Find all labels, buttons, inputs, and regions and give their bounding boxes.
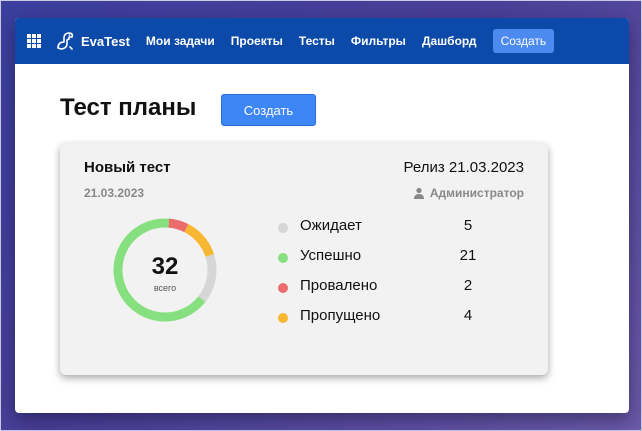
donut-total: 32 — [151, 253, 179, 280]
legend-row-failed: Провалено 2 — [278, 275, 488, 305]
assignee-name: Администратор — [429, 186, 524, 200]
failed-dot — [278, 283, 288, 293]
legend-label: Пропущено — [300, 307, 381, 324]
test-plan-date: 21.03.2023 — [84, 186, 145, 200]
nav-my-tasks[interactable]: Мои задачи — [146, 34, 215, 48]
apps-grid-icon[interactable] — [27, 34, 41, 48]
donut-total-label: всего — [153, 283, 177, 293]
legend-row-pending: Ожидает 5 — [278, 215, 488, 245]
pending-dot — [278, 223, 288, 233]
legend-value: 21 — [459, 247, 477, 264]
nav-projects[interactable]: Проекты — [231, 34, 283, 48]
legend-value: 5 — [463, 217, 473, 234]
test-plan-card[interactable]: Новый тест 21.03.2023 Релиз 21.03.2023 А… — [60, 143, 548, 375]
status-legend: Ожидает 5 Успешно 21 Провалено 2 Пропуще… — [278, 215, 488, 335]
page-title: Тест планы — [60, 94, 197, 121]
legend-row-passed: Успешно 21 — [278, 245, 488, 275]
nav-create-button[interactable]: Создать — [492, 29, 555, 53]
legend-label: Успешно — [300, 247, 362, 264]
legend-value: 4 — [463, 307, 473, 324]
legend-label: Провалено — [300, 277, 378, 294]
skipped-dot — [278, 313, 288, 323]
legend-label: Ожидает — [300, 217, 362, 234]
legend-row-skipped: Пропущено 4 — [278, 305, 488, 335]
test-plan-name[interactable]: Новый тест — [84, 159, 171, 176]
user-icon — [413, 187, 424, 199]
assignee: Администратор — [413, 186, 524, 200]
dino-logo-icon — [57, 32, 74, 50]
top-navbar: EvaTest Мои задачи Проекты Тесты Фильтры… — [15, 18, 629, 64]
app-window: EvaTest Мои задачи Проекты Тесты Фильтры… — [15, 18, 629, 413]
legend-value: 2 — [463, 277, 473, 294]
brand-name: EvaTest — [81, 33, 130, 49]
passed-dot — [278, 253, 288, 263]
nav-filters[interactable]: Фильтры — [351, 34, 406, 48]
nav-dashboard[interactable]: Дашборд — [422, 34, 477, 48]
release-label: Релиз 21.03.2023 — [403, 159, 524, 176]
create-test-plan-button[interactable]: Создать — [221, 94, 316, 126]
nav-tests[interactable]: Тесты — [299, 34, 335, 48]
logo[interactable]: EvaTest — [55, 31, 130, 51]
failed-segment — [168, 218, 189, 233]
skipped-segment — [184, 224, 215, 258]
